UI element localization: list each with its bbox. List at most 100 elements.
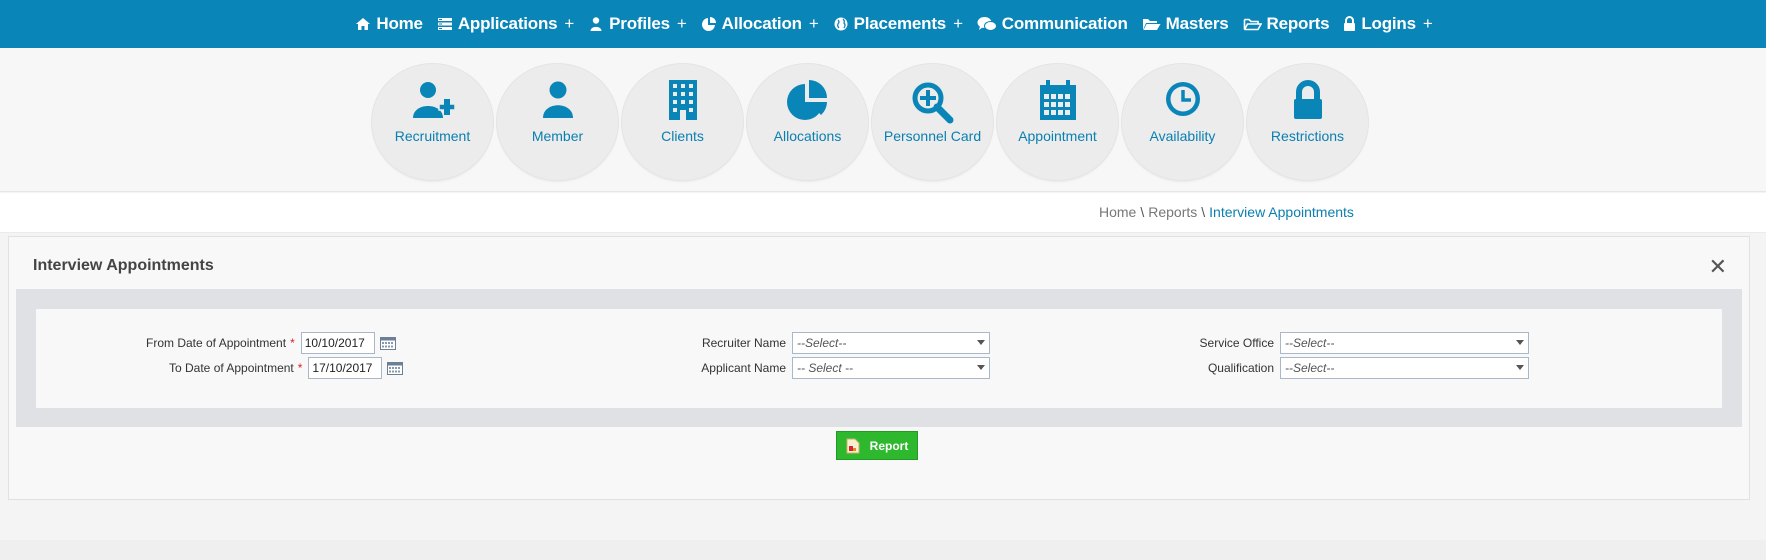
nav-item-home[interactable]: Home: [348, 14, 429, 34]
breadcrumb-bar: Home \ Reports \ Interview Appointments: [0, 193, 1766, 233]
tile-recruitment[interactable]: Recruitment: [370, 64, 495, 180]
tile-label: Clients: [661, 128, 704, 144]
nav-item-logins[interactable]: Logins +: [1336, 14, 1439, 34]
nav-menu: Home Applications + Profiles + Allocatio…: [348, 14, 1439, 34]
calendar-icon: [1039, 80, 1076, 120]
user-icon: [542, 81, 573, 118]
chevron-down-icon: [1516, 340, 1524, 345]
filter-section: From Date of Appointment* To Date of App…: [16, 289, 1742, 427]
to-date-row: To Date of Appointment *: [169, 357, 404, 379]
nav-item-label: Communication: [1001, 14, 1128, 33]
report-panel: Interview Appointments ✕ From Date of Ap…: [8, 236, 1750, 500]
globe-icon: [834, 17, 848, 31]
breadcrumb: Home \ Reports \ Interview Appointments: [1099, 204, 1354, 220]
recruiter-name-label: Recruiter Name: [701, 336, 786, 350]
calendar-icon[interactable]: [387, 361, 404, 375]
calendar-icon[interactable]: [379, 336, 396, 350]
breadcrumb-reports[interactable]: Reports: [1148, 204, 1197, 220]
folder-open-icon: [1142, 19, 1161, 30]
nav-item-applications[interactable]: Applications +: [430, 14, 581, 34]
from-date-input[interactable]: [300, 332, 375, 354]
required-mark: *: [290, 336, 295, 350]
clock-icon: [1165, 82, 1200, 116]
tile-label: Restrictions: [1270, 128, 1345, 144]
breadcrumb-separator: \: [1140, 204, 1145, 220]
pie-chart-icon: [786, 80, 827, 120]
tile-member[interactable]: Member: [495, 64, 620, 180]
tile-clients[interactable]: Clients: [620, 64, 745, 180]
nav-item-label: Placements: [853, 14, 947, 33]
top-navigation: Home Applications + Profiles + Allocatio…: [0, 0, 1766, 48]
nav-item-label: Applications: [457, 14, 558, 33]
qualification-row: Qualification --Select--: [1186, 357, 1529, 379]
nav-item-label: Logins: [1361, 14, 1416, 33]
building-icon: [668, 80, 697, 120]
expand-plus-icon: +: [564, 14, 575, 33]
lock-icon: [1293, 80, 1322, 119]
to-date-input[interactable]: [308, 357, 383, 379]
tile-label: Member: [531, 128, 584, 144]
service-office-select[interactable]: --Select--: [1280, 332, 1529, 354]
tile-allocations[interactable]: Allocations: [745, 64, 870, 180]
applications-icon: [437, 18, 452, 30]
tile-label: Personnel Card: [883, 128, 982, 144]
tile-label: Appointment: [1018, 128, 1097, 144]
tile-label: Allocations: [773, 128, 842, 144]
nav-item-label: Profiles: [609, 14, 670, 33]
recruiter-name-row: Recruiter Name --Select--: [700, 332, 990, 354]
folder-outline-icon: [1243, 18, 1262, 31]
footer-band: [0, 540, 1766, 560]
expand-plus-icon: +: [1422, 14, 1433, 33]
tile-personnel-card[interactable]: Personnel Card: [870, 64, 995, 180]
filter-form: From Date of Appointment* To Date of App…: [36, 309, 1722, 408]
tile-availability[interactable]: Availability: [1120, 64, 1245, 180]
nav-item-profiles[interactable]: Profiles +: [581, 14, 694, 34]
report-document-icon: [846, 438, 860, 453]
tile-label: Recruitment: [394, 128, 471, 144]
applicant-name-select[interactable]: -- Select --: [792, 357, 990, 379]
expand-plus-icon: +: [676, 14, 687, 33]
nav-item-placements[interactable]: Placements +: [826, 14, 970, 34]
home-icon: [356, 18, 371, 30]
from-date-row: From Date of Appointment *: [146, 332, 396, 354]
tile-restrictions[interactable]: Restrictions: [1245, 64, 1370, 180]
select-value: --Select--: [797, 336, 847, 350]
report-button[interactable]: Report: [836, 431, 918, 460]
service-office-row: Service Office --Select--: [1186, 332, 1529, 354]
expand-plus-icon: +: [808, 14, 819, 33]
required-mark: *: [297, 361, 303, 375]
qualification-label: Qualification: [1207, 361, 1274, 375]
lock-icon: [1344, 16, 1356, 31]
select-value: --Select--: [1285, 361, 1335, 375]
nav-item-reports[interactable]: Reports: [1236, 14, 1337, 34]
add-user-icon: [412, 82, 456, 118]
nav-item-communication[interactable]: Communication: [970, 14, 1135, 34]
nav-item-label: Allocation: [721, 14, 802, 33]
nav-item-label: Reports: [1266, 14, 1330, 33]
chevron-down-icon: [977, 365, 985, 370]
qualification-select[interactable]: --Select--: [1280, 357, 1529, 379]
chat-icon: [977, 17, 997, 31]
select-value: -- Select --: [797, 361, 854, 375]
service-office-label: Service Office: [1199, 336, 1274, 350]
search-plus-icon: [912, 82, 953, 124]
applicant-name-label: Applicant Name: [701, 361, 786, 375]
close-icon[interactable]: ✕: [1709, 254, 1727, 280]
breadcrumb-home[interactable]: Home: [1099, 204, 1136, 220]
nav-item-label: Home: [376, 14, 423, 33]
breadcrumb-separator: \: [1201, 204, 1206, 220]
nav-item-allocation[interactable]: Allocation +: [694, 14, 826, 34]
tile-label: Availability: [1149, 128, 1216, 144]
shortcut-tiles: Recruitment Member Clients Allocations P…: [370, 64, 1370, 180]
report-button-label: Report: [869, 438, 909, 453]
panel-title: Interview Appointments: [33, 257, 214, 274]
pie-chart-icon: [701, 17, 716, 31]
user-icon: [590, 17, 602, 31]
chevron-down-icon: [1516, 365, 1524, 370]
expand-plus-icon: +: [953, 14, 963, 33]
nav-item-masters[interactable]: Masters: [1135, 14, 1236, 34]
tile-appointment[interactable]: Appointment: [995, 64, 1120, 180]
nav-item-label: Masters: [1165, 14, 1229, 33]
from-date-label: From Date of Appointment *: [146, 336, 295, 350]
recruiter-name-select[interactable]: --Select--: [792, 332, 990, 354]
